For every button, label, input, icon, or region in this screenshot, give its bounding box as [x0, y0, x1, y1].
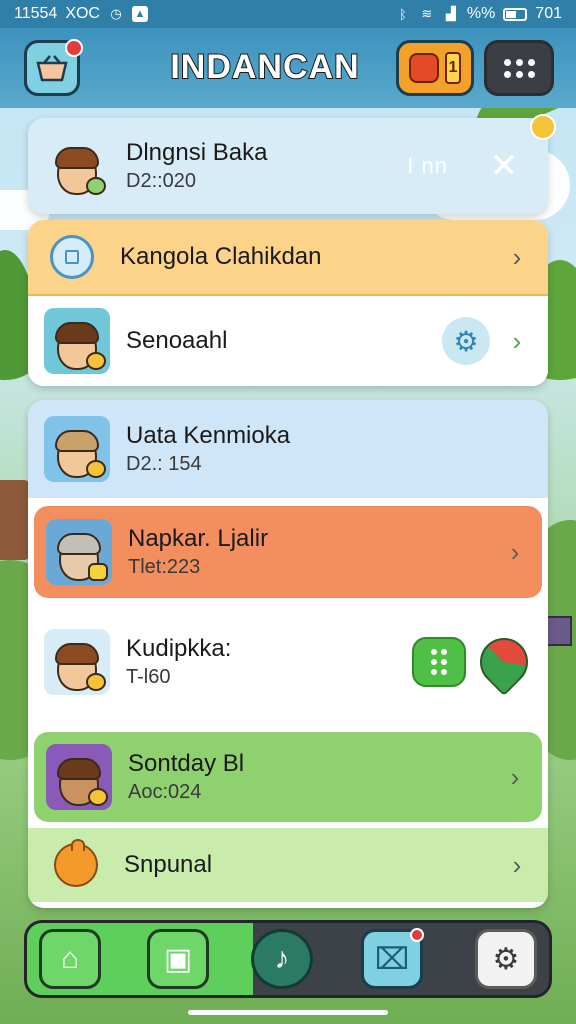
chevron-right-icon: ›: [512, 241, 522, 272]
status-left: 11554 XOC ◷ ▲: [14, 5, 148, 23]
chevron-right-icon: ›: [510, 761, 520, 792]
list-item-snpunal[interactable]: Snpunal ›: [28, 828, 548, 902]
list-item-subtitle: Aoc:024: [128, 781, 202, 803]
list-item-title: Uata Kenmioka: [126, 422, 291, 449]
close-button[interactable]: ✕: [484, 146, 524, 186]
chat-icon: ▣: [163, 942, 193, 976]
status-time-left: 11554: [14, 5, 58, 22]
sign-board: [546, 616, 572, 646]
list-item-subtitle: T-l60: [126, 666, 171, 688]
list-item-sontday[interactable]: Sontday Bl Aoc:024 ›: [34, 732, 542, 822]
basket-button[interactable]: [24, 39, 83, 96]
list-item-uata[interactable]: Uata Kenmioka D2.: 154: [28, 400, 548, 498]
menu-button[interactable]: [484, 40, 554, 96]
nav-music-button[interactable]: ♪: [251, 929, 313, 989]
avatar: [46, 744, 112, 810]
home-icon: ⌂: [60, 942, 80, 975]
avatar: [44, 133, 110, 199]
list-item-title: Senoaahl: [126, 327, 228, 354]
list-item-title: Sontday Bl: [128, 750, 245, 777]
avatar: [46, 519, 112, 585]
bluetooth-icon: ᛒ: [398, 6, 407, 22]
notification-dot: [410, 928, 424, 942]
list-item-subtitle: Tlet:223: [128, 556, 201, 578]
avatar: [44, 629, 110, 695]
hut: [0, 480, 30, 560]
grid-menu-icon: [503, 58, 535, 78]
list-item-title: Napkar. Ljalir: [128, 525, 269, 552]
list-item-title: Kangola Clahikdan: [120, 243, 322, 270]
nav-home-button[interactable]: ⌂: [39, 929, 101, 989]
profile-card[interactable]: Dlngnsi Baka D2::020 I nn ✕: [28, 118, 548, 214]
chevron-right-icon: ›: [510, 536, 520, 567]
list-item-title: Kudipkka:: [126, 635, 232, 662]
status-time-right: 701: [535, 5, 562, 22]
basket-icon: [36, 55, 68, 82]
profile-id: D2::020: [126, 170, 197, 192]
nav-settings-button[interactable]: ⚙: [475, 929, 537, 989]
profile-row[interactable]: Dlngnsi Baka D2::020 I nn ✕: [28, 118, 548, 214]
battery-icon: [503, 7, 528, 21]
coin-button[interactable]: 1: [396, 40, 474, 96]
coin-count: 1: [445, 52, 461, 84]
players-card: Uata Kenmioka D2.: 154 Napkar. Ljalir Tl…: [28, 400, 548, 908]
home-indicator[interactable]: [188, 1010, 388, 1015]
avatar: [44, 308, 110, 374]
signal-icon: ▟: [445, 6, 456, 21]
map-icon: ⌧: [374, 942, 410, 976]
app-title: INDANCAN: [169, 47, 360, 87]
list-item-senoaahl[interactable]: Senoaahl ⚙ ›: [28, 296, 548, 386]
settings-gear-icon: ⚙: [492, 942, 520, 976]
profile-tag: I nn: [407, 153, 448, 178]
creature-coin-icon: [409, 53, 439, 83]
notification-dot: [65, 39, 83, 57]
chevron-right-icon: ›: [512, 325, 522, 356]
wifi-icon: ≋: [421, 6, 433, 21]
badge-dot: [530, 114, 556, 140]
bottom-navigation: ⌂ ▣ ♪ ⌧ ⚙: [24, 920, 552, 998]
status-bar: 11554 XOC ◷ ▲ ᛒ ≋ ▟ %% 701: [0, 0, 576, 28]
list-item-napkar[interactable]: Napkar. Ljalir Tlet:223 ›: [34, 506, 542, 598]
settings-card: Kangola Clahikdan › Senoaahl ⚙ ›: [28, 220, 548, 386]
list-item-kangola[interactable]: Kangola Clahikdan ›: [28, 220, 548, 296]
gear-icon[interactable]: ⚙: [442, 317, 490, 365]
list-item-subtitle: D2.: 154: [126, 453, 202, 475]
location-icon: [50, 235, 94, 279]
grid-app-icon[interactable]: [412, 637, 466, 687]
list-item-kudipkka[interactable]: Kudipkka: T-l60: [28, 598, 548, 726]
chevron-right-icon: ›: [512, 849, 522, 880]
battery-percent: %%: [466, 5, 496, 22]
music-note-icon: ♪: [274, 942, 290, 975]
clock-icon: ◷: [110, 6, 122, 21]
notification-icon: ▲: [131, 6, 148, 22]
map-pin-icon[interactable]: [470, 628, 538, 696]
avatar: [44, 416, 110, 482]
nav-chat-button[interactable]: ▣: [147, 929, 209, 989]
list-item-title: Snpunal: [124, 851, 213, 878]
profile-name: Dlngnsi Baka: [126, 139, 268, 166]
chick-icon: [54, 839, 98, 887]
status-carrier: XOC: [65, 5, 100, 22]
app-header: INDANCAN 1: [0, 28, 576, 108]
nav-map-button[interactable]: ⌧: [361, 928, 424, 989]
status-right: ᛒ ≋ ▟ %% 701: [395, 5, 562, 23]
